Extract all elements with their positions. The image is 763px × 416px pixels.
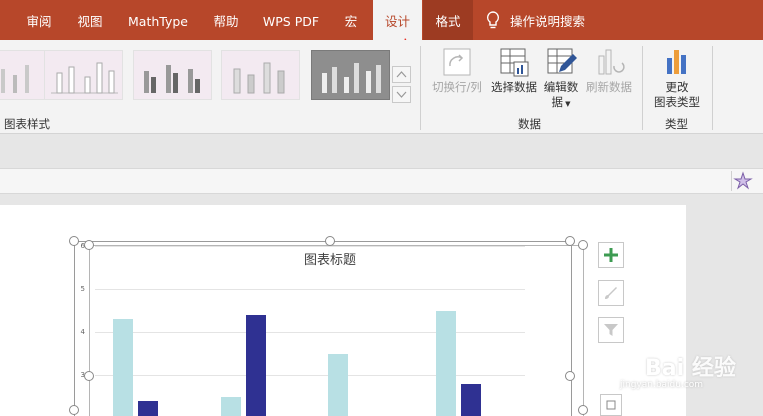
group-separator [420,46,421,130]
resize-handle[interactable] [325,236,335,246]
change-chart-type-line1: 更改 [665,80,689,94]
tab-help[interactable]: 帮助 [202,0,250,40]
chart-style-4[interactable] [221,50,300,100]
bar-series2-cat2[interactable] [245,314,266,416]
layout-options-icon [606,400,616,410]
chart-style-5[interactable] [311,50,390,100]
type-group-label: 类型 [665,117,688,131]
watermark-text: Bai 经验 [645,356,736,381]
bar-series1-cat2[interactable] [220,396,241,416]
tab-view[interactable]: 视图 [66,0,114,40]
resize-handle[interactable] [69,236,79,246]
layout-options-button[interactable] [600,394,622,416]
bar-series2-cat4[interactable] [460,383,481,416]
group-separator [642,46,643,130]
chart-elements-button[interactable] [598,242,624,268]
tab-review[interactable]: 审阅 [14,0,64,40]
refresh-data-label: 刷新数据 [586,80,632,94]
chart-style-preview [51,62,118,94]
edit-data-icon [547,48,577,74]
tell-me-label: 操作说明搜索 [510,13,586,29]
select-data-label: 选择数据 [491,80,537,94]
chart-type-icon [667,50,686,74]
edit-data-label-line2-text: 据 [551,95,563,109]
ribbon-design-panel: 图表样式 切换行/列 选择数据 编辑数 据 ▼ 刷新数据 数据 更改 图表类型 … [0,40,763,134]
ribbon-tab-bar: 审阅 视图 MathType 帮助 WPS PDF 宏 设计 格式 操作说明搜索 [0,0,763,40]
y-tick-label: 4 [80,328,85,336]
gridline [95,289,525,290]
chevron-up-icon [396,71,407,78]
select-data-button[interactable]: 选择数据 [487,46,541,95]
bar-series1-cat3[interactable] [328,353,348,416]
lightbulb-icon [486,11,500,29]
group-separator [712,46,713,130]
resize-handle[interactable] [565,371,575,381]
resize-handle[interactable] [84,240,94,250]
paintbrush-icon [605,287,617,299]
gridline [95,375,525,376]
plus-icon [604,248,618,262]
resize-handle[interactable] [578,405,588,415]
data-group-label: 数据 [518,117,541,131]
change-chart-type-line2: 图表类型 [654,95,700,109]
refresh-data-icon [598,49,625,75]
refresh-data-button[interactable]: 刷新数据 [583,46,635,95]
watermark-url: jingyan.baidu.com [620,380,704,390]
bar-series1-cat1[interactable] [113,319,133,416]
switch-row-col-button[interactable]: 切换行/列 [428,46,486,95]
gridline [95,332,525,333]
chart-style-3[interactable] [133,50,212,100]
select-data-icon [500,48,529,77]
edit-data-label-line2: 据 ▼ [541,95,581,112]
slide-toolbar-strip [0,168,763,194]
tab-mathtype[interactable]: MathType [118,0,198,40]
change-chart-type-button[interactable]: 更改 图表类型 [648,46,706,110]
chart-styles-button[interactable] [598,280,624,306]
gallery-scroll-up[interactable] [392,66,411,83]
chart-styles-group-label: 图表样式 [4,117,50,131]
tab-macro[interactable]: 宏 [332,0,370,40]
y-tick-label: 5 [80,285,85,293]
chevron-down-icon [396,91,407,98]
dropdown-caret-icon: ▼ [562,100,571,108]
bar-series2-cat1[interactable] [138,400,158,416]
edit-data-label-line1: 编辑数 [543,80,579,94]
gallery-more-button[interactable] [392,86,411,103]
bar-series1-cat4[interactable] [435,310,456,416]
resize-handle[interactable] [84,371,94,381]
tab-wps-pdf[interactable]: WPS PDF [254,0,328,40]
chart-title[interactable]: 图表标题 [280,249,380,268]
chart-style-preview [322,63,381,93]
switch-row-col-icon [443,48,471,76]
tell-me-search[interactable]: 操作说明搜索 [486,0,585,40]
resize-handle[interactable] [565,236,575,246]
resize-handle[interactable] [69,405,79,415]
chart-style-2[interactable] [44,50,123,100]
chart-style-preview [233,62,285,94]
magic-wand-icon [733,171,753,190]
switch-row-col-label: 切换行/列 [432,80,482,94]
edit-data-button[interactable]: 编辑数 据 ▼ [541,46,581,112]
chart-style-preview [144,65,200,93]
gridline [95,246,525,247]
designer-button[interactable] [731,171,753,191]
resize-handle[interactable] [578,240,588,250]
